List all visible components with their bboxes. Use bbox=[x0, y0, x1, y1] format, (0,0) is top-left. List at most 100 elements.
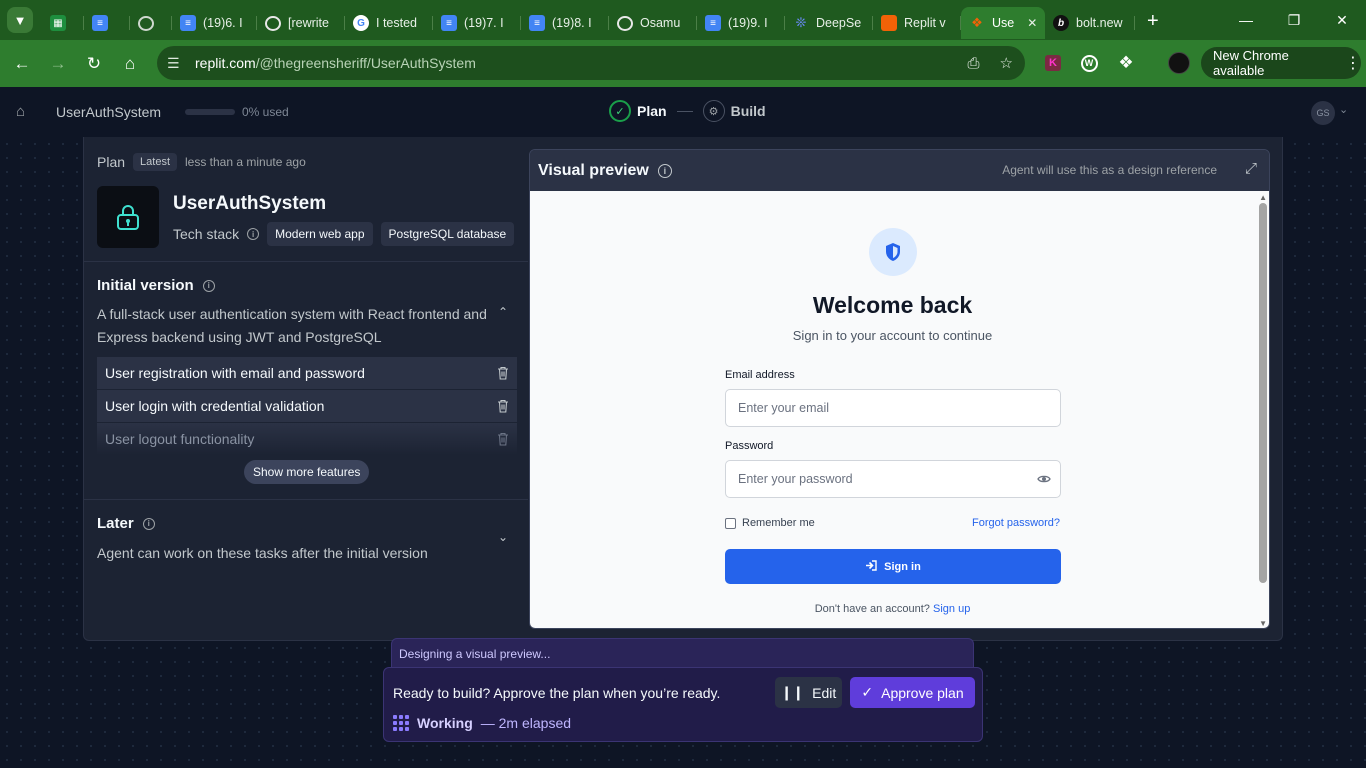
later-title: Later i bbox=[97, 515, 155, 532]
extension-k[interactable]: K bbox=[1037, 47, 1069, 79]
tech-chip-db: PostgreSQL database bbox=[380, 222, 515, 246]
tab-search-button[interactable]: ▼ bbox=[7, 7, 33, 33]
lock-icon bbox=[117, 205, 139, 230]
chevron-up-icon[interactable]: ⌃ bbox=[498, 305, 508, 319]
browser-tab-3[interactable]: ≡ (19)6. I bbox=[172, 7, 257, 39]
docs-icon: ≡ bbox=[529, 15, 545, 31]
info-icon[interactable]: i bbox=[247, 228, 260, 240]
remember-label: Remember me bbox=[742, 517, 815, 529]
browser-tab-9[interactable]: ≡ (19)9. I bbox=[697, 7, 785, 39]
profile-avatar[interactable] bbox=[1163, 47, 1195, 79]
browser-tab-7[interactable]: ≡ (19)8. I bbox=[521, 7, 609, 39]
browser-tab-4[interactable]: [rewrite bbox=[257, 7, 345, 39]
browser-tab-10[interactable]: ❊ DeepSe bbox=[785, 7, 873, 39]
app-icon bbox=[97, 186, 159, 248]
minimize-icon[interactable]: — bbox=[1222, 0, 1270, 40]
url-text[interactable]: replit.com/@thegreensheriff/UserAuthSyst… bbox=[195, 55, 476, 71]
divider bbox=[84, 261, 528, 262]
browser-tab-strip: ▼ ▦ ≡ ≡ (19)6. I [rewrite G I tested ≡ (… bbox=[0, 0, 1366, 40]
browser-tab-5[interactable]: G I tested bbox=[345, 7, 433, 39]
user-avatar[interactable]: GS bbox=[1311, 101, 1335, 125]
login-icon bbox=[865, 559, 877, 574]
list-item[interactable]: User registration with email and passwor… bbox=[97, 357, 517, 390]
show-more-features-button[interactable]: Show more features bbox=[244, 460, 370, 484]
scroll-up-icon[interactable]: ▲ bbox=[1259, 193, 1267, 202]
site-info-icon[interactable]: ☰ bbox=[167, 55, 191, 72]
browser-tab-0[interactable]: ▦ bbox=[42, 7, 84, 39]
sign-up-link[interactable]: Sign up bbox=[933, 603, 970, 615]
docs-icon: ≡ bbox=[441, 15, 457, 31]
restore-icon[interactable]: ❐ bbox=[1270, 0, 1318, 40]
address-bar[interactable]: ☰ replit.com/@thegreensheriff/UserAuthSy… bbox=[157, 46, 1025, 80]
browser-tab-8[interactable]: Osamu bbox=[609, 7, 697, 39]
globe-icon bbox=[138, 15, 154, 31]
plan-timestamp: less than a minute ago bbox=[185, 155, 306, 169]
preview-scrollbar[interactable] bbox=[1259, 203, 1267, 583]
extension-w[interactable]: W bbox=[1073, 47, 1105, 79]
scroll-down-icon[interactable]: ▼ bbox=[1259, 619, 1267, 628]
remember-me[interactable]: Remember me bbox=[725, 517, 815, 529]
docs-icon: ≡ bbox=[180, 15, 196, 31]
project-name[interactable]: UserAuthSystem bbox=[56, 104, 161, 120]
info-icon[interactable]: i bbox=[202, 279, 215, 292]
tab-label: DeepSe bbox=[816, 16, 862, 30]
gear-icon: ⚙ bbox=[702, 100, 725, 122]
browser-tab-13[interactable]: b bolt.new bbox=[1045, 7, 1135, 39]
trash-icon[interactable] bbox=[497, 366, 509, 380]
close-icon[interactable]: ✕ bbox=[1027, 16, 1037, 30]
install-app-icon[interactable]: ⎙ bbox=[968, 55, 980, 72]
eye-icon[interactable] bbox=[1037, 473, 1051, 487]
plan-label: Plan bbox=[97, 154, 126, 170]
password-field[interactable]: Enter your password bbox=[725, 460, 1061, 498]
edit-button[interactable]: ❙❙ Edit bbox=[775, 677, 842, 708]
sign-in-button[interactable]: Sign in bbox=[725, 549, 1061, 584]
feature-label: User logout functionality bbox=[105, 431, 255, 447]
list-item[interactable]: User login with credential validation bbox=[97, 390, 517, 423]
reload-icon[interactable]: ↻ bbox=[76, 46, 112, 82]
feature-label: User login with credential validation bbox=[105, 398, 325, 414]
trash-icon[interactable] bbox=[497, 399, 509, 413]
browser-tab-11[interactable]: Replit v bbox=[873, 7, 961, 39]
bookmark-star-icon[interactable]: ☆ bbox=[1000, 54, 1013, 72]
trash-icon[interactable] bbox=[497, 432, 509, 446]
new-tab-button[interactable]: + bbox=[1147, 10, 1159, 33]
tab-label: Use bbox=[992, 16, 1015, 30]
visual-preview: Visual preview i Agent will use this as … bbox=[529, 149, 1270, 629]
chevron-down-icon[interactable]: ⌄ bbox=[498, 530, 508, 544]
home-icon[interactable]: ⌂ bbox=[112, 46, 148, 82]
designing-status: Designing a visual preview... bbox=[391, 638, 974, 668]
tab-label: Replit v bbox=[904, 16, 946, 30]
back-icon[interactable]: ← bbox=[4, 46, 40, 82]
forgot-password-link[interactable]: Forgot password? bbox=[972, 517, 1060, 529]
browser-tab-active[interactable]: ❖ Use ✕ bbox=[961, 7, 1045, 39]
email-field[interactable]: Enter your email bbox=[725, 389, 1061, 427]
browser-tab-1[interactable]: ≡ bbox=[84, 7, 130, 39]
tab-label: (19)6. I bbox=[203, 16, 243, 30]
step-plan[interactable]: Plan bbox=[637, 103, 667, 119]
home-icon[interactable]: ⌂ bbox=[16, 103, 25, 120]
chatgpt-icon bbox=[265, 15, 281, 31]
initial-version-title: Initial version i bbox=[97, 277, 215, 294]
later-description: Agent can work on these tasks after the … bbox=[97, 545, 428, 561]
preview-canvas: ▲ ▼ Welcome back Sign in to your account… bbox=[530, 191, 1269, 628]
chevron-down-icon: ▼ bbox=[13, 12, 27, 28]
approve-plan-button[interactable]: ✓ Approve plan bbox=[850, 677, 975, 708]
feature-list: User registration with email and passwor… bbox=[97, 357, 517, 456]
deepseek-icon: ❊ bbox=[795, 15, 807, 30]
info-icon[interactable]: i bbox=[142, 517, 155, 530]
browser-tab-6[interactable]: ≡ (19)7. I bbox=[433, 7, 521, 39]
close-window-icon[interactable]: ✕ bbox=[1318, 0, 1366, 40]
plan-step-icon: ✓ bbox=[609, 100, 631, 122]
usage-text: 0% used bbox=[242, 105, 289, 119]
step-build[interactable]: Build bbox=[731, 103, 766, 119]
browser-tab-2[interactable] bbox=[130, 7, 172, 39]
working-label: Working bbox=[417, 715, 473, 731]
list-item[interactable]: User logout functionality bbox=[97, 423, 517, 456]
forward-icon[interactable]: → bbox=[40, 46, 76, 82]
info-icon[interactable]: i bbox=[657, 163, 672, 178]
expand-icon[interactable]: ⤢ bbox=[1245, 160, 1257, 177]
chrome-update-button[interactable]: New Chrome available ⋮ bbox=[1201, 47, 1361, 79]
extensions-puzzle-icon[interactable]: ❖ bbox=[1110, 47, 1142, 79]
remember-checkbox[interactable] bbox=[725, 517, 736, 529]
chevron-down-icon[interactable]: ⌄ bbox=[1339, 103, 1348, 116]
